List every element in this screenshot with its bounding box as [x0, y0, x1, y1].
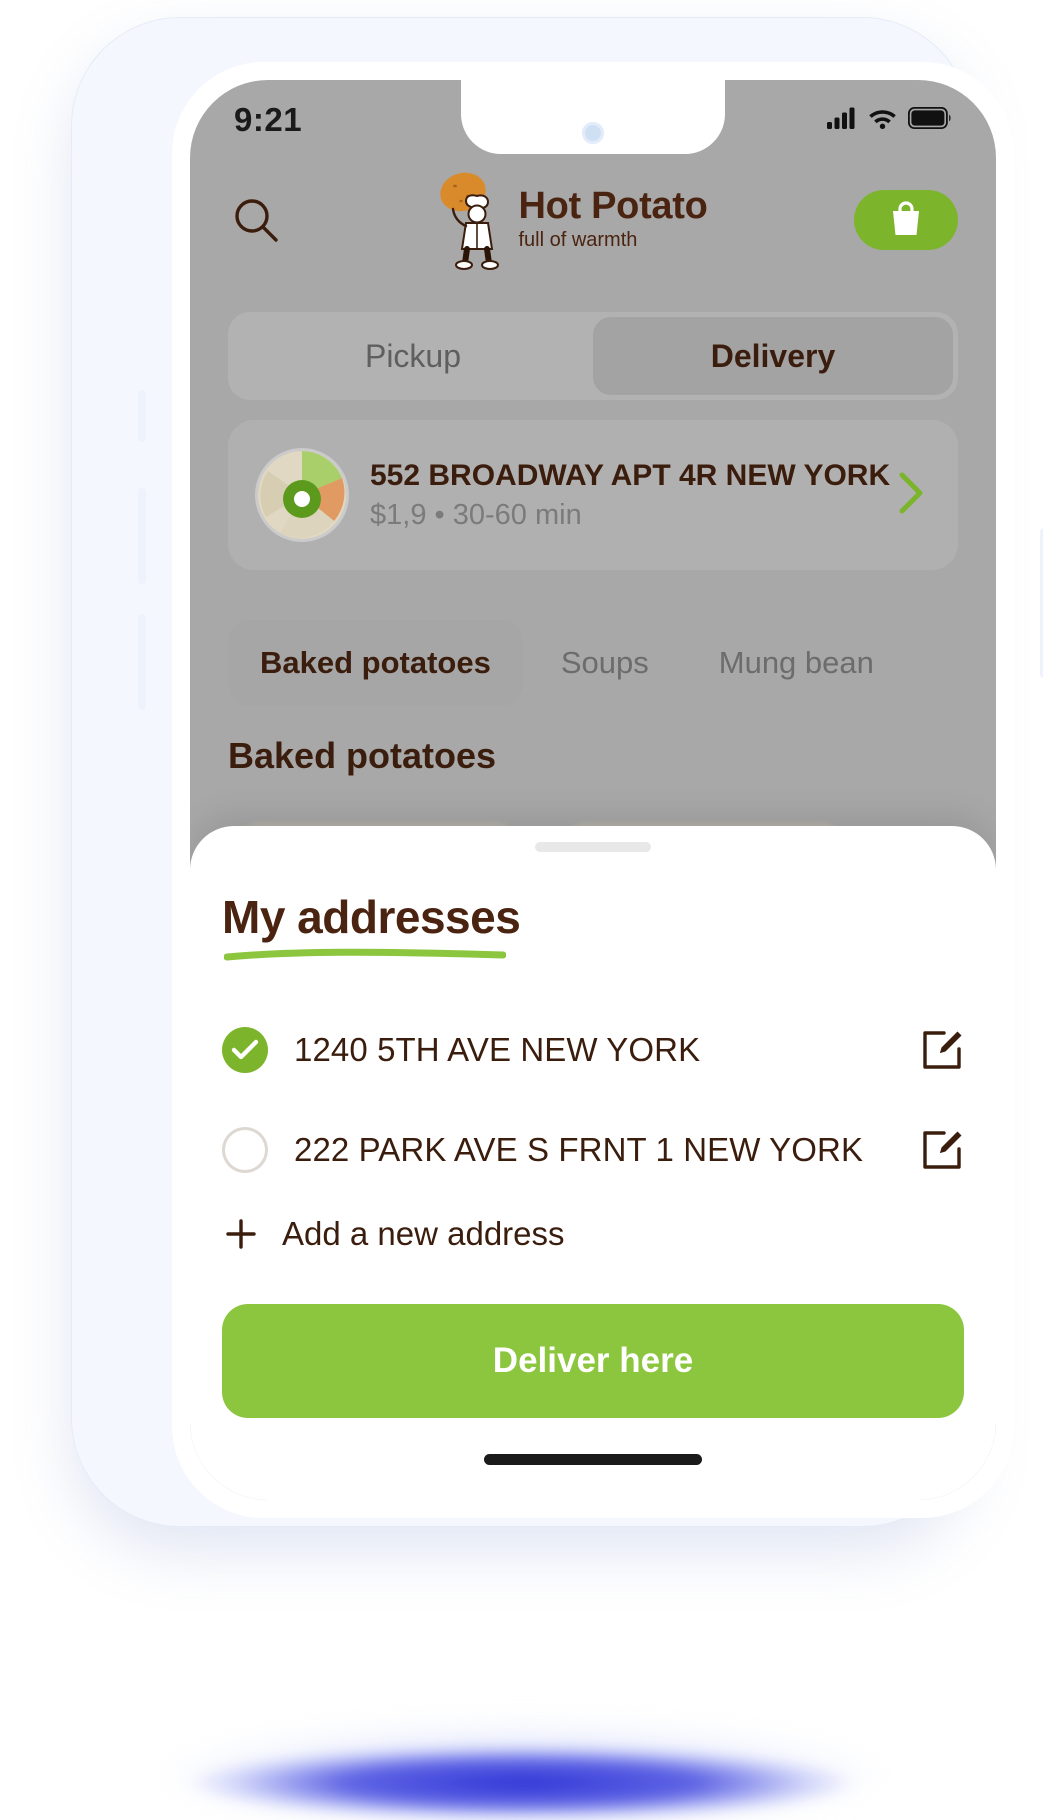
wifi-icon: [868, 107, 897, 134]
status-icons: [827, 106, 952, 134]
address-list-item[interactable]: 222 PARK AVE S FRNT 1 NEW YORK: [222, 1104, 964, 1196]
category-chip-baked-potatoes[interactable]: Baked potatoes: [228, 620, 523, 706]
meta-separator: •: [434, 498, 445, 531]
address-text-block: 552 BROADWAY APT 4R NEW YORK $1,9 • 30-6…: [370, 458, 891, 532]
address-list: 1240 5TH AVE NEW YORK 222 PARK AVE S FRN…: [222, 1004, 964, 1196]
sheet-title-wrap: My addresses: [222, 891, 521, 967]
app-header: Hot Potato full of warmth: [190, 154, 996, 286]
brand-text: Hot Potato full of warmth: [518, 184, 708, 254]
floor-shadow: [101, 1735, 942, 1820]
brand-tagline: full of warmth: [518, 229, 638, 252]
front-camera-icon: [582, 122, 604, 144]
category-tabs: Baked potatoes Soups Mung bean: [228, 613, 996, 713]
current-address-card[interactable]: 552 BROADWAY APT 4R NEW YORK $1,9 • 30-6…: [228, 420, 958, 570]
volume-up-button[interactable]: [138, 488, 146, 584]
battery-icon: [907, 106, 952, 134]
cellular-signal-icon: [827, 107, 857, 134]
title-underline: [223, 948, 507, 961]
radio-selected-icon[interactable]: [222, 1027, 268, 1073]
status-time: 9:21: [234, 101, 303, 138]
edit-pencil-icon[interactable]: [920, 1128, 964, 1172]
add-address-label: Add a new address: [282, 1215, 565, 1252]
brand-title: Hot Potato: [518, 184, 708, 227]
cart-button[interactable]: [854, 190, 958, 250]
brand-block: Hot Potato full of warmth: [284, 166, 854, 275]
deliver-here-button[interactable]: Deliver here: [222, 1304, 964, 1418]
address-meta: $1,9 • 30-60 min: [370, 499, 870, 532]
drag-handle[interactable]: [535, 842, 651, 852]
shopping-bag-icon: [889, 199, 923, 242]
delivery-eta: 30-60 min: [452, 498, 582, 531]
tab-pickup[interactable]: Pickup: [233, 317, 593, 395]
addresses-bottom-sheet: My addresses 1240 5TH AVE NEW YORK 222 P…: [190, 826, 996, 1500]
plus-icon: [222, 1215, 260, 1253]
volume-down-button[interactable]: [138, 614, 146, 710]
tab-delivery[interactable]: Delivery: [593, 317, 953, 395]
phone-screen: 9:21 Hot Potato full of warmth Pickup De…: [190, 80, 996, 1500]
chevron-right-icon[interactable]: [894, 467, 928, 524]
category-chip-soups[interactable]: Soups: [529, 620, 681, 706]
address-list-item[interactable]: 1240 5TH AVE NEW YORK: [222, 1004, 964, 1096]
category-chip-mung-bean[interactable]: Mung bean: [687, 620, 906, 706]
address-line: 552 BROADWAY APT 4R NEW YORK: [370, 458, 891, 492]
home-indicator[interactable]: [484, 1454, 702, 1465]
menu-section-title: Baked potatoes: [228, 735, 497, 776]
edit-pencil-icon[interactable]: [920, 1028, 964, 1072]
map-pin-thumbnail-icon: [258, 451, 346, 539]
address-label: 1240 5TH AVE NEW YORK: [294, 1031, 701, 1068]
mode-tabs: Pickup Delivery: [228, 312, 958, 400]
address-label: 222 PARK AVE S FRNT 1 NEW YORK: [294, 1131, 864, 1168]
add-address-button[interactable]: Add a new address: [222, 1202, 565, 1266]
page-title: My addresses: [222, 891, 521, 943]
phone-frame: 9:21 Hot Potato full of warmth Pickup De…: [72, 18, 1043, 1526]
radio-unselected-icon[interactable]: [222, 1127, 268, 1173]
potato-chef-mascot-icon: [430, 166, 508, 275]
silent-switch[interactable]: [138, 390, 146, 442]
delivery-fee: $1,9: [370, 498, 427, 531]
search-icon[interactable]: [228, 192, 284, 248]
